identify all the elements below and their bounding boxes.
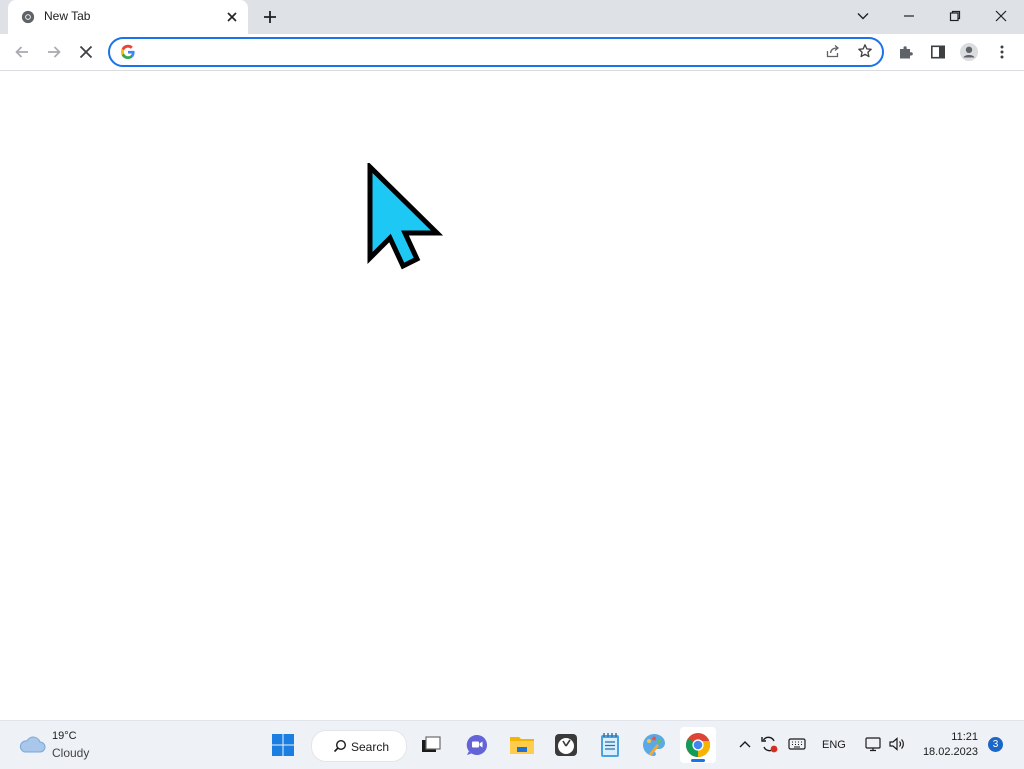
tab-title: New Tab xyxy=(44,9,91,23)
clock-date: 18.02.2023 xyxy=(922,746,978,758)
paint-button[interactable] xyxy=(636,727,672,763)
share-button[interactable] xyxy=(822,40,844,62)
close-tab-icon[interactable] xyxy=(224,9,240,25)
chrome-taskbar-button[interactable] xyxy=(680,727,716,763)
chrome-favicon-icon xyxy=(21,10,35,24)
chrome-menu-button[interactable] xyxy=(991,41,1013,63)
windows-logo-icon xyxy=(272,734,294,756)
weather-condition: Cloudy xyxy=(52,746,90,760)
taskbar-search-button[interactable]: Search xyxy=(311,730,407,762)
browser-toolbar xyxy=(0,34,1024,71)
clock-date-button[interactable]: 11:21 18.02.2023 xyxy=(906,730,978,760)
restore-icon xyxy=(949,10,961,22)
chat-icon xyxy=(466,734,487,755)
search-label: Search xyxy=(351,740,390,754)
tab-search-button[interactable] xyxy=(849,4,877,28)
notification-badge[interactable]: 3 xyxy=(988,737,1003,752)
taskbar: 19°C Cloudy Search ENG 11:21 18.02.2023 … xyxy=(0,720,1024,769)
star-icon xyxy=(858,44,872,58)
notepad-button[interactable] xyxy=(592,727,628,763)
address-bar[interactable] xyxy=(108,37,884,67)
task-view-icon xyxy=(422,736,441,752)
back-button[interactable] xyxy=(11,41,33,63)
tab-strip: New Tab xyxy=(0,0,1024,34)
notepad-icon xyxy=(601,733,619,757)
mouse-cursor-icon xyxy=(367,163,444,270)
arrow-right-icon xyxy=(48,46,61,58)
minimize-icon xyxy=(904,15,914,17)
active-app-indicator xyxy=(691,759,705,762)
minimize-button[interactable] xyxy=(895,4,923,28)
avatar-icon xyxy=(960,43,978,61)
side-panel-icon xyxy=(930,45,945,59)
puzzle-icon xyxy=(900,46,913,59)
volume-button[interactable] xyxy=(886,733,908,755)
arrow-left-icon xyxy=(15,46,28,58)
close-icon xyxy=(995,10,1007,22)
side-panel-button[interactable] xyxy=(927,41,949,63)
share-icon xyxy=(826,45,840,58)
google-logo-icon xyxy=(121,44,135,59)
sync-icon xyxy=(761,736,778,753)
chevron-up-icon xyxy=(739,741,751,748)
stop-loading-button[interactable] xyxy=(75,41,97,63)
sync-tray-button[interactable] xyxy=(758,733,780,755)
clock-time: 11:21 xyxy=(951,731,978,743)
close-window-button[interactable] xyxy=(987,4,1015,28)
file-explorer-icon xyxy=(510,737,534,754)
stop-icon xyxy=(79,45,93,59)
network-icon xyxy=(865,737,881,752)
keyboard-icon xyxy=(788,738,806,750)
touch-keyboard-button[interactable] xyxy=(786,733,808,755)
weather-temperature: 19°C xyxy=(52,730,77,742)
address-input[interactable] xyxy=(142,42,806,64)
chevron-down-icon xyxy=(857,13,869,20)
bookmark-button[interactable] xyxy=(854,40,876,62)
paint-icon xyxy=(643,734,665,756)
restore-button[interactable] xyxy=(941,4,969,28)
volume-icon xyxy=(889,737,904,751)
clock-app-icon xyxy=(555,734,577,756)
start-button[interactable] xyxy=(265,727,301,763)
new-tab-icon[interactable] xyxy=(261,8,279,26)
file-explorer-button[interactable] xyxy=(504,727,540,763)
input-language-indicator[interactable]: ENG xyxy=(822,739,846,751)
chat-button[interactable] xyxy=(459,727,495,763)
chrome-icon xyxy=(686,733,711,758)
profile-button[interactable] xyxy=(958,41,980,63)
more-vertical-icon xyxy=(1000,45,1004,59)
page-content xyxy=(0,71,1024,720)
clock-app-button[interactable] xyxy=(548,727,584,763)
extensions-button[interactable] xyxy=(895,41,917,63)
tab-new-tab[interactable]: New Tab xyxy=(8,0,248,34)
search-icon xyxy=(333,739,347,753)
show-hidden-icons-button[interactable] xyxy=(735,733,755,755)
forward-button[interactable] xyxy=(43,41,65,63)
task-view-button[interactable] xyxy=(413,727,449,763)
network-button[interactable] xyxy=(862,733,884,755)
cloud-icon xyxy=(19,736,46,753)
